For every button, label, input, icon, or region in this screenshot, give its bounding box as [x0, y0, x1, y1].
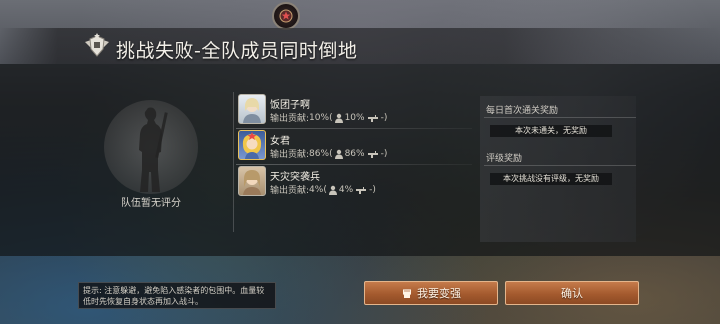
- soldier-silhouette-icon: [139, 107, 168, 192]
- contribution-label: 输出贡献:: [270, 186, 310, 196]
- rating-label: 队伍暂无评分: [121, 198, 181, 209]
- weapon-icon: [367, 114, 378, 122]
- member-name: 女君: [270, 136, 290, 147]
- get-stronger-label: 我要变强: [417, 287, 461, 300]
- confirm-button[interactable]: 确认: [505, 281, 639, 305]
- kill-share-value: 86%: [344, 148, 365, 159]
- avatar: [238, 94, 266, 124]
- person-icon: [328, 185, 337, 195]
- avatar: [238, 166, 266, 196]
- rating-reward-title: 评级奖励: [486, 154, 523, 164]
- fist-icon: [403, 289, 411, 298]
- avatar: [238, 130, 266, 160]
- member-name: 饭团子啊: [270, 100, 310, 111]
- daily-reward-title: 每日首次通关奖励: [486, 106, 559, 116]
- team-member-row: 饭团子啊 输出贡献: 10% ( 10% -): [236, 93, 472, 129]
- kill-share-value: 4%: [338, 184, 354, 195]
- confirm-label: 确认: [561, 287, 583, 300]
- person-icon: [334, 149, 343, 159]
- team-member-row: 女君 输出贡献: 86% ( 86% -): [236, 129, 472, 165]
- weapon-icon: [367, 150, 378, 158]
- person-icon: [334, 113, 343, 123]
- weapon-value: -): [369, 184, 376, 195]
- daily-reward-value: 本次未通关，无奖励: [490, 125, 612, 137]
- stat-open: (: [323, 184, 327, 195]
- reward-divider: [484, 117, 636, 118]
- stat-open: (: [329, 112, 333, 123]
- get-stronger-button[interactable]: 我要变强: [364, 281, 498, 305]
- member-stats: 输出贡献: 4% ( 4% -): [270, 183, 376, 197]
- page-title: 挑战失败-全队成员同时倒地: [116, 40, 358, 62]
- contribution-value: 10%: [309, 112, 330, 123]
- member-name: 天灾突袭兵: [270, 172, 320, 183]
- stat-open: (: [329, 148, 333, 159]
- kill-share-value: 10%: [344, 112, 365, 123]
- member-stats: 输出贡献: 10% ( 10% -): [270, 111, 388, 125]
- weapon-value: -): [380, 112, 388, 123]
- contribution-label: 输出贡献:: [270, 150, 310, 160]
- contribution-label: 输出贡献:: [270, 114, 310, 124]
- divider: [233, 92, 234, 232]
- reward-divider: [484, 165, 636, 166]
- member-stats: 输出贡献: 86% ( 86% -): [270, 147, 388, 161]
- winged-shield-emblem-icon: [82, 31, 112, 61]
- rating-badge: [104, 100, 198, 194]
- team-member-row: 天灾突袭兵 输出贡献: 4% ( 4% -): [236, 165, 472, 201]
- contribution-value: 86%: [309, 148, 330, 159]
- star-medal-icon: [272, 2, 300, 30]
- contribution-value: 4%: [309, 184, 324, 195]
- rating-reward-value: 本次挑战没有评级，无奖励: [490, 173, 612, 185]
- tip-box: 提示: 注意躲避，避免陷入感染者的包围中。血量较低时先恢复自身状态再加入战斗。: [78, 282, 276, 309]
- weapon-value: -): [380, 148, 388, 159]
- weapon-icon: [356, 186, 367, 194]
